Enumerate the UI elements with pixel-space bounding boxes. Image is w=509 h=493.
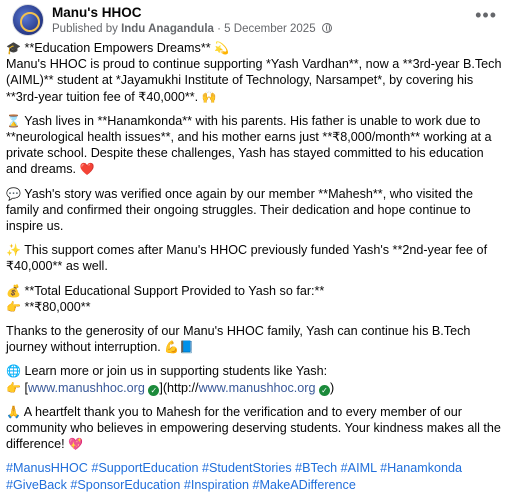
paragraph-total: 💰 **Total Educational Support Provided t… — [6, 283, 502, 315]
previous-support-text: This support comes after Manu's HHOC pre… — [6, 243, 488, 274]
globe-emoji: 🌐 — [6, 364, 21, 379]
meta-separator: · — [217, 23, 221, 35]
more-options-icon[interactable]: ••• — [475, 6, 497, 24]
hashtag[interactable]: #BTech — [295, 461, 337, 475]
post-meta: Published by Indu Anagandula · 5 Decembe… — [52, 23, 332, 35]
published-by-label: Published by — [52, 23, 118, 35]
money-bag-emoji: 💰 — [6, 283, 21, 298]
sparkles-emoji: ✨ — [6, 243, 21, 258]
avatar-logo-icon — [20, 12, 40, 32]
author-name[interactable]: Indu Anagandula — [121, 23, 214, 35]
paragraph-gratitude: 🙏 A heartfelt thank you to Mahesh for th… — [6, 404, 502, 453]
hashtag[interactable]: #GiveBack — [6, 478, 67, 492]
bracket-open: [ — [20, 380, 28, 395]
graduation-cap-emoji: 🎓 — [6, 41, 21, 55]
pointing-right-emoji: 👉 — [6, 380, 21, 395]
post-body: 🎓 **Education Empowers Dreams** 💫 Manu's… — [6, 40, 502, 493]
verification-text: Yash's story was verified once again by … — [6, 186, 473, 234]
sparkle-emoji: 💫 — [214, 41, 230, 55]
website-link[interactable]: www.manushhoc.org — [28, 381, 145, 395]
paragraph-thanks: Thanks to the generosity of our Manu's H… — [6, 323, 502, 355]
post-header: Manu's HHOC Published by Indu Anagandula… — [6, 0, 501, 40]
heart-emoji: ❤️ — [79, 162, 95, 177]
website-link-2[interactable]: www.manushhoc.org — [199, 381, 316, 395]
hashtag[interactable]: #ManusHHOC — [6, 461, 88, 475]
links-intro: Learn more or join us in supporting stud… — [20, 364, 328, 379]
page-avatar[interactable] — [12, 4, 44, 36]
paragraph-previous-support: ✨ This support comes after Manu's HHOC p… — [6, 242, 502, 274]
hashtag[interactable]: #Inspiration — [184, 478, 249, 492]
folded-hands-emoji: 🙏 — [6, 404, 21, 419]
sparkling-heart-emoji: 💖 — [68, 437, 84, 452]
raised-hands-emoji: 🙌 — [201, 89, 217, 104]
globe-icon — [321, 23, 332, 33]
link-middle: ](http:// — [159, 380, 199, 395]
hashtags: #ManusHHOC #SupportEducation #StudentSto… — [6, 460, 502, 492]
post-date[interactable]: 5 December 2025 — [224, 23, 315, 35]
hourglass-emoji: ⌛ — [6, 113, 21, 128]
post-card: Manu's HHOC Published by Indu Anagandula… — [0, 0, 509, 492]
intro-heading: **Education Empowers Dreams** — [20, 41, 215, 55]
check-icon: ✓ — [148, 384, 160, 396]
total-amount: **₹80,000** — [20, 299, 91, 314]
paragraph-background: ⌛ Yash lives in **Hanamkonda** with his … — [6, 113, 502, 178]
flexed-biceps-book-emoji: 💪📘 — [164, 340, 195, 355]
speech-bubble-emoji: 💬 — [6, 186, 21, 201]
hashtag[interactable]: #Hanamkonda — [380, 461, 462, 475]
intro-text: Manu's HHOC is proud to continue support… — [6, 57, 502, 104]
hashtag[interactable]: #MakeADifference — [252, 478, 355, 492]
page-name[interactable]: Manu's HHOC — [52, 5, 141, 20]
thanks-text: Thanks to the generosity of our Manu's H… — [6, 324, 471, 355]
hashtag[interactable]: #SponsorEducation — [70, 478, 180, 492]
paragraph-intro: 🎓 **Education Empowers Dreams** 💫 Manu's… — [6, 40, 502, 105]
total-heading: **Total Educational Support Provided to … — [20, 283, 325, 298]
hashtag[interactable]: #StudentStories — [202, 461, 292, 475]
pointing-right-emoji: 👉 — [6, 299, 21, 314]
paragraph-links: 🌐 Learn more or join us in supporting st… — [6, 363, 502, 396]
check-icon: ✓ — [318, 384, 330, 396]
paragraph-verification: 💬 Yash's story was verified once again b… — [6, 186, 502, 235]
hashtag[interactable]: #SupportEducation — [91, 461, 198, 475]
hashtag[interactable]: #AIML — [341, 461, 377, 475]
bracket-close: ) — [329, 380, 335, 395]
